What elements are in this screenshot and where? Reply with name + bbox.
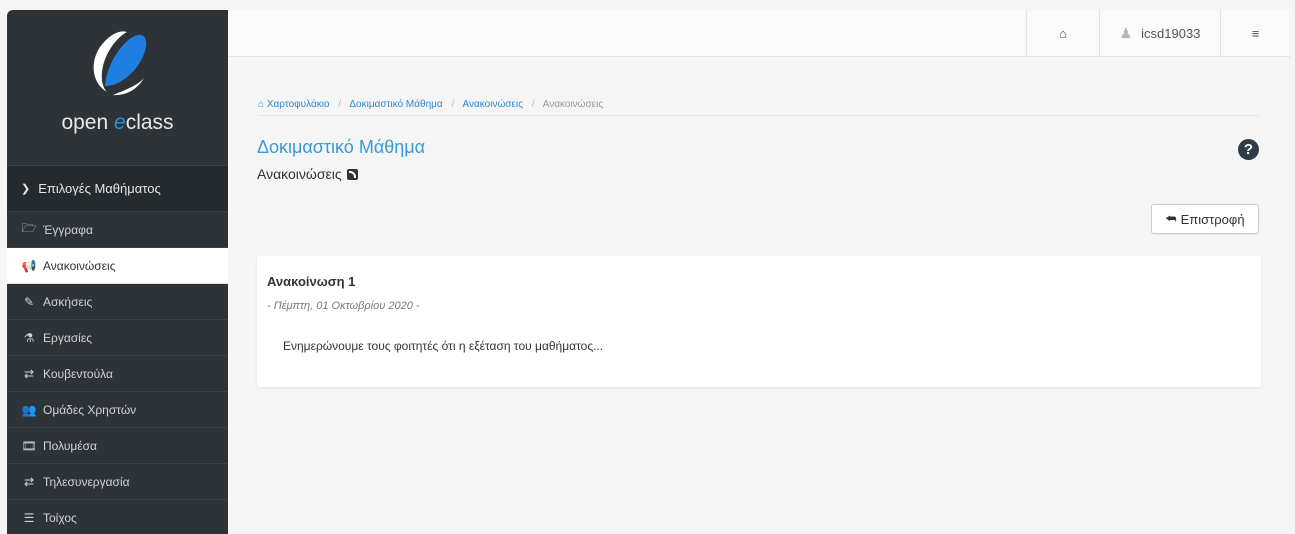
sliders-icon: ≡ <box>1251 25 1260 41</box>
sidebar-item[interactable]: ⇄ Τηλεσυνεργασία <box>7 464 228 500</box>
sidebar-item-label: Ομάδες Χρηστών <box>43 402 137 417</box>
chevron-down-icon: ❯ <box>21 183 31 195</box>
username: icsd19033 <box>1141 25 1201 41</box>
course-options-label: Επιλογές Μαθήματος <box>38 181 161 196</box>
help-icon[interactable]: ? <box>1238 139 1259 160</box>
logo[interactable]: open eclass <box>7 10 228 165</box>
sidebar-item[interactable]: 🗁 Έγγραφα <box>7 212 228 248</box>
sidebar-item[interactable]: ☰ Τοίχος <box>7 500 228 534</box>
breadcrumb-current: Ανακοινώσεις <box>542 99 604 110</box>
folder-icon: 🗁 <box>21 221 37 235</box>
exchange-icon: ⇄ <box>23 474 35 489</box>
breadcrumb-separator: / <box>338 99 342 110</box>
sidebar-item[interactable]: ✎ Ασκήσεις <box>7 284 228 320</box>
bullhorn-icon: 📢 <box>21 258 37 273</box>
top-header: ⌂ ♟ icsd19033 ≡ <box>228 10 1290 57</box>
users-icon: 👥 <box>21 402 37 417</box>
sidebar-menu: 🗁 Έγγραφα 📢 Ανακοινώσεις ✎ Ασκήσεις ⚗ Εργασίες ⇄… <box>7 212 228 534</box>
film-icon: 🎞 <box>21 438 37 453</box>
sidebar-item-label: Πολυμέσα <box>43 438 97 453</box>
section-title: Ανακοινώσεις <box>257 166 358 182</box>
breadcrumb-portfolio[interactable]: Χαρτοφυλάκιο <box>267 99 330 110</box>
back-button-label: Επιστροφή <box>1180 211 1245 227</box>
sidebar-item[interactable]: ⚗ Εργασίες <box>7 320 228 356</box>
announcement-title[interactable]: Ανακοίνωση 1 <box>267 274 355 289</box>
announcement-panel: Ανακοίνωση 1 - Πέμπτη, 01 Οκτωβρίου 2020… <box>257 256 1261 387</box>
course-options-toggle[interactable]: ❯ Επιλογές Μαθήματος <box>7 165 228 212</box>
edit-icon: ✎ <box>23 294 35 309</box>
breadcrumb-course[interactable]: Δοκιμαστικό Μάθημα <box>349 99 442 110</box>
eclass-logo-icon <box>93 31 147 96</box>
sidebar-item[interactable]: 🎞 Πολυμέσα <box>7 428 228 464</box>
sidebar-item-label: Τοίχος <box>43 510 77 525</box>
sidebar-item-label: Τηλεσυνεργασία <box>43 474 130 489</box>
breadcrumb-announcements[interactable]: Ανακοινώσεις <box>463 99 523 110</box>
list-icon: ☰ <box>23 510 35 525</box>
user-icon: ♟ <box>1119 24 1133 41</box>
options-button[interactable]: ≡ <box>1220 10 1290 56</box>
home-icon: ⌂ <box>1059 25 1067 41</box>
top-strip <box>0 0 1295 10</box>
logo-text: open eclass <box>61 111 174 134</box>
breadcrumb-separator: / <box>451 99 455 110</box>
sidebar-item-label: Ασκήσεις <box>43 294 93 309</box>
sidebar-item-label: Εργασίες <box>43 330 92 345</box>
sidebar-item-label: Κουβεντούλα <box>43 366 113 381</box>
sidebar-item-label: Έγγραφα <box>43 222 93 237</box>
section-title-text: Ανακοινώσεις <box>257 166 342 182</box>
breadcrumb: ⌂ Χαρτοφυλάκιο / Δοκιμαστικό Μάθημα / Αν… <box>258 99 603 110</box>
breadcrumb-divider <box>258 115 1260 116</box>
rss-icon[interactable] <box>346 168 358 180</box>
breadcrumb-separator: / <box>531 99 535 110</box>
reply-arrow-icon: ⮪ <box>1165 211 1177 226</box>
home-button[interactable]: ⌂ <box>1026 10 1099 56</box>
back-button[interactable]: ⮪ Επιστροφή <box>1151 204 1259 234</box>
sidebar-item[interactable]: 📢 Ανακοινώσεις <box>7 248 228 284</box>
course-title[interactable]: Δοκιμαστικό Μάθημα <box>257 137 425 158</box>
home-icon: ⌂ <box>258 99 265 110</box>
announcement-body: Ενημερώνουμε τους φοιτητές ότι η εξέταση… <box>283 339 604 353</box>
announcement-date: - Πέμπτη, 01 Οκτωβρίου 2020 - <box>267 300 420 312</box>
exchange-icon: ⇄ <box>23 366 35 381</box>
user-menu[interactable]: ♟ icsd19033 <box>1099 10 1220 56</box>
sidebar: open eclass ❯ Επιλογές Μαθήματος 🗁 Έγγραφ… <box>7 10 228 534</box>
flask-icon: ⚗ <box>23 330 35 345</box>
sidebar-item[interactable]: ⇄ Κουβεντούλα <box>7 356 228 392</box>
sidebar-item-label: Ανακοινώσεις <box>43 258 116 273</box>
sidebar-item[interactable]: 👥 Ομάδες Χρηστών <box>7 392 228 428</box>
